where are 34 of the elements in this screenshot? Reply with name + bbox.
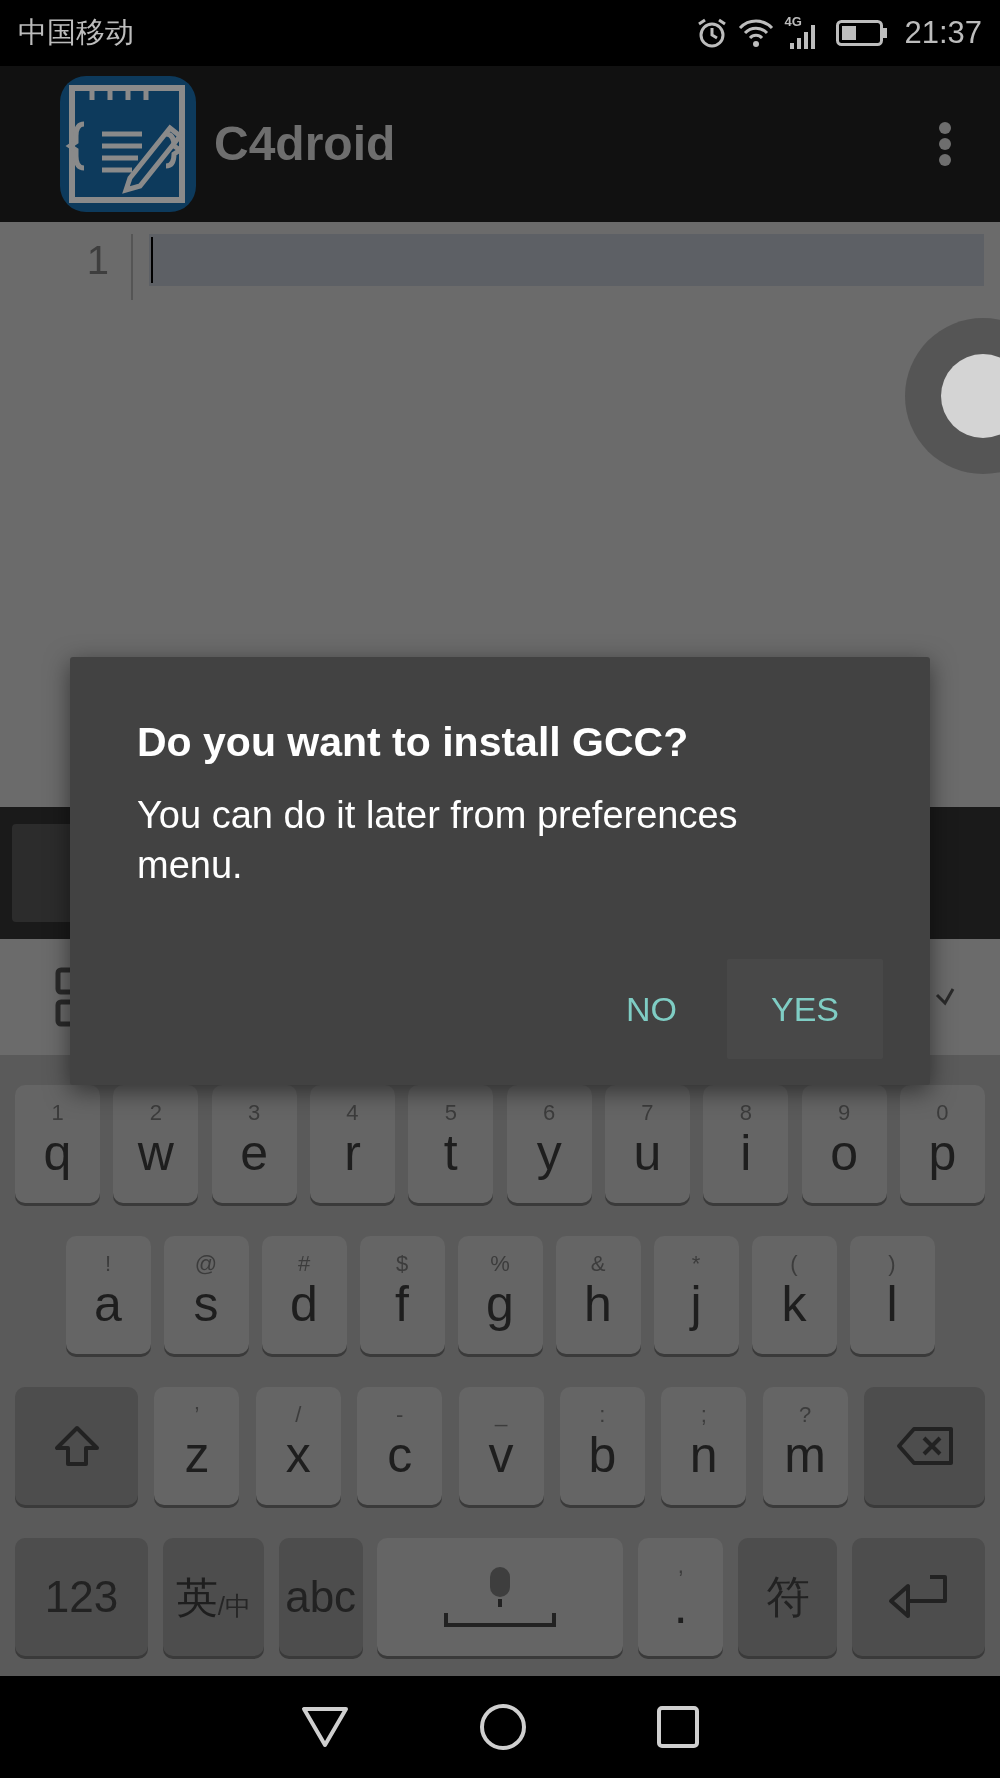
network-type: 4G: [784, 15, 802, 28]
dialog-message: You can do it later from preferences menu.: [137, 793, 739, 889]
key[interactable]: * j: [653, 1236, 739, 1354]
dialog-title: Do you want to install GCC?: [137, 718, 690, 767]
wifi-icon: [738, 18, 775, 48]
key[interactable]: / x: [255, 1387, 341, 1505]
key[interactable]: ; n: [661, 1387, 747, 1505]
key[interactable]: _ v: [458, 1387, 544, 1505]
key[interactable]: ) l: [849, 1236, 935, 1354]
key[interactable]: $ f: [359, 1236, 445, 1354]
text-cursor: [151, 237, 153, 283]
key[interactable]: ( k: [751, 1236, 837, 1354]
dialog-button[interactable]: NO: [586, 959, 717, 1059]
key[interactable]: : b: [559, 1387, 645, 1505]
key[interactable]: @ s: [163, 1236, 249, 1354]
back-icon[interactable]: [301, 1706, 349, 1748]
clock-time: 21:37: [904, 13, 982, 52]
app-title: C4droid: [214, 116, 396, 172]
key[interactable]: , .: [638, 1538, 724, 1656]
battery-icon: [836, 20, 889, 46]
key[interactable]: ’ z: [154, 1387, 240, 1505]
key[interactable]: # d: [261, 1236, 347, 1354]
carrier-name: 中国移动: [18, 15, 134, 51]
overflow-menu-icon[interactable]: [938, 121, 952, 167]
home-icon[interactable]: [479, 1703, 527, 1751]
app-logo-icon: [58, 74, 198, 214]
key[interactable]: ? m: [762, 1387, 848, 1505]
key[interactable]: & h: [555, 1236, 641, 1354]
recents-icon[interactable]: [657, 1706, 699, 1748]
key[interactable]: ! a: [65, 1236, 151, 1354]
dialog-button[interactable]: YES: [727, 959, 883, 1059]
key[interactable]: - c: [357, 1387, 443, 1505]
key[interactable]: % g: [457, 1236, 543, 1354]
space-key-icon[interactable]: [444, 1565, 557, 1629]
